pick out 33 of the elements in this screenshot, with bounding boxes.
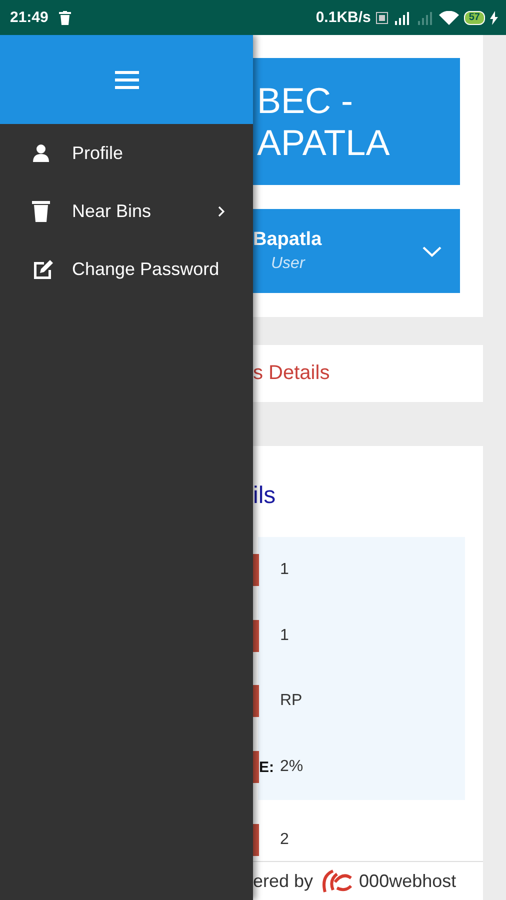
field-value: 2 xyxy=(280,831,289,849)
row-marker xyxy=(253,824,259,856)
field-value: RP xyxy=(280,692,302,710)
menu-item[interactable]: Near Bins xyxy=(0,182,253,240)
row-marker xyxy=(253,751,259,784)
person-icon xyxy=(32,144,50,162)
section-title: ils xyxy=(253,482,277,511)
field-value: 2% xyxy=(280,758,304,776)
clock: 21:49 xyxy=(10,9,48,26)
signal-icon xyxy=(416,10,434,24)
menu-item[interactable]: Profile xyxy=(0,124,253,182)
row-marker xyxy=(253,554,259,586)
chevron-down-icon xyxy=(422,246,442,256)
data-icon xyxy=(376,12,388,24)
signal-icon xyxy=(392,10,411,24)
trash-icon xyxy=(32,200,50,222)
user-role: User xyxy=(270,255,306,273)
app-title: APATLA xyxy=(257,122,391,164)
edit-icon xyxy=(32,259,54,279)
field-value: 1 xyxy=(280,560,289,579)
wifi-icon xyxy=(438,10,459,24)
menu-item[interactable]: Change Password xyxy=(0,240,253,298)
trash-icon xyxy=(59,10,72,24)
row-marker xyxy=(253,620,259,652)
field-value: 1 xyxy=(280,626,289,645)
network-speed: 0.1KB/s xyxy=(316,9,371,26)
user-name: Bapatla xyxy=(253,229,322,251)
field-label: E: xyxy=(259,758,274,776)
battery-icon: 57 xyxy=(464,10,485,24)
app-title: BEC - xyxy=(257,80,354,122)
details-link[interactable]: s Details xyxy=(253,362,330,385)
row-marker xyxy=(253,685,259,718)
menu-icon[interactable] xyxy=(114,70,138,88)
